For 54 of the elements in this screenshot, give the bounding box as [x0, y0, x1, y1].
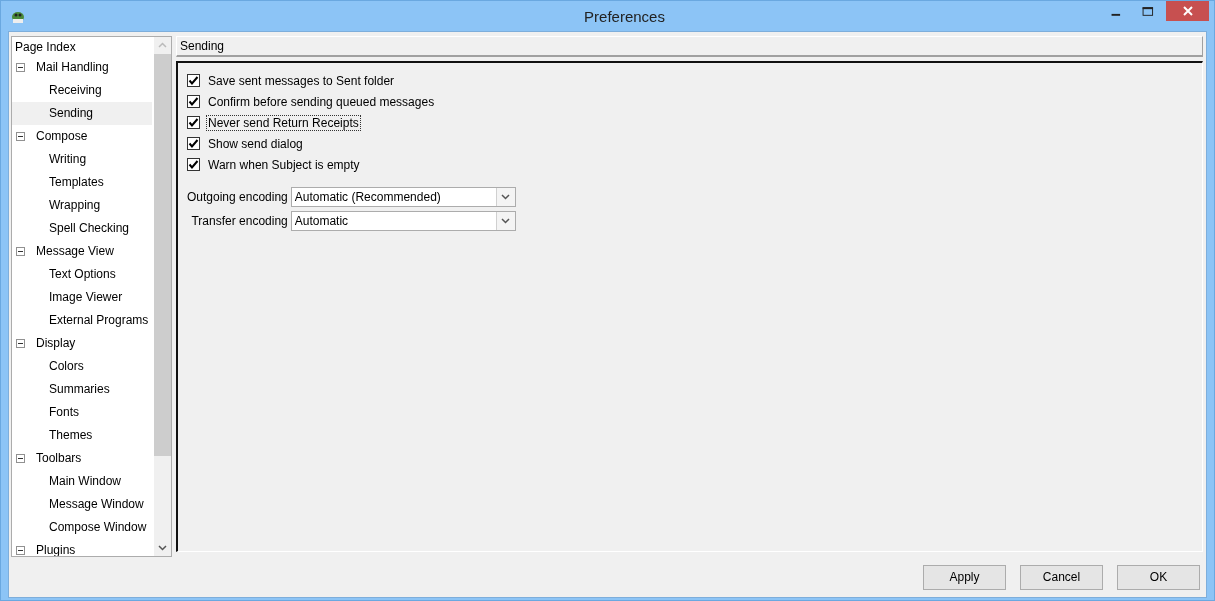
- checkbox-label[interactable]: Never send Return Receipts: [206, 114, 361, 131]
- tree-item[interactable]: Receiving: [12, 79, 152, 102]
- dropdown-caret-icon: [501, 194, 511, 200]
- tree-group-item[interactable]: Display: [12, 332, 152, 355]
- field-label: Outgoing encoding: [187, 190, 288, 204]
- checkbox[interactable]: [187, 116, 200, 129]
- tree-item[interactable]: Fonts: [12, 401, 152, 424]
- tree-group-item[interactable]: Toolbars: [12, 447, 152, 470]
- tree-item[interactable]: Writing: [12, 148, 152, 171]
- dialog-button[interactable]: Cancel: [1020, 564, 1103, 590]
- tree-item[interactable]: External Programs: [12, 309, 152, 332]
- dropdown-caret-icon: [501, 218, 511, 224]
- tree-group-item[interactable]: Plugins: [12, 539, 152, 556]
- tree-item[interactable]: Main Window: [12, 470, 152, 493]
- tree-item[interactable]: Text Options: [12, 263, 152, 286]
- tree-item[interactable]: Message Window: [12, 493, 152, 516]
- tree-item[interactable]: Themes: [12, 424, 152, 447]
- tree-group-item[interactable]: Message View: [12, 240, 152, 263]
- tree-header: Page Index: [14, 39, 77, 56]
- encoding-dropdown[interactable]: Automatic: [290, 211, 516, 231]
- tree-item[interactable]: Sending: [12, 102, 152, 125]
- tree-item[interactable]: Image Viewer: [12, 286, 152, 309]
- collapse-icon[interactable]: [16, 132, 25, 141]
- tree-item[interactable]: Summaries: [12, 378, 152, 401]
- collapse-icon[interactable]: [16, 454, 25, 463]
- checkbox-label[interactable]: Save sent messages to Sent folder: [206, 72, 397, 89]
- encoding-dropdown[interactable]: Automatic (Recommended): [290, 187, 516, 207]
- tree-item[interactable]: Compose Window: [12, 516, 152, 539]
- field-label: Transfer encoding: [190, 214, 288, 228]
- tree-item[interactable]: Templates: [12, 171, 152, 194]
- tree-item[interactable]: Colors: [12, 355, 152, 378]
- page-title: Sending: [176, 36, 1203, 57]
- checkbox[interactable]: [187, 158, 200, 171]
- collapse-icon[interactable]: [16, 339, 25, 348]
- scroll-thumb[interactable]: [154, 54, 171, 456]
- tree-group-item[interactable]: Compose: [12, 125, 152, 148]
- window-title: Preferences: [583, 7, 666, 25]
- checkbox-label[interactable]: Warn when Subject is empty: [206, 156, 362, 173]
- tree-group-item[interactable]: Mail Handling: [12, 56, 152, 79]
- close-icon: [1182, 6, 1193, 16]
- collapse-icon[interactable]: [16, 247, 25, 256]
- tree-item[interactable]: Spell Checking: [12, 217, 152, 240]
- dialog-button[interactable]: Apply: [923, 564, 1006, 590]
- close-button[interactable]: [1166, 1, 1209, 21]
- collapse-icon[interactable]: [16, 63, 25, 72]
- checkbox-label[interactable]: Confirm before sending queued messages: [206, 93, 437, 110]
- scrollbar[interactable]: [154, 37, 171, 556]
- tree-item[interactable]: Wrapping: [12, 194, 152, 217]
- checkbox-label[interactable]: Show send dialog: [206, 135, 305, 152]
- collapse-icon[interactable]: [16, 546, 25, 555]
- checkbox[interactable]: [187, 74, 200, 87]
- checkbox[interactable]: [187, 137, 200, 150]
- dialog-button[interactable]: OK: [1117, 564, 1200, 590]
- checkbox[interactable]: [187, 95, 200, 108]
